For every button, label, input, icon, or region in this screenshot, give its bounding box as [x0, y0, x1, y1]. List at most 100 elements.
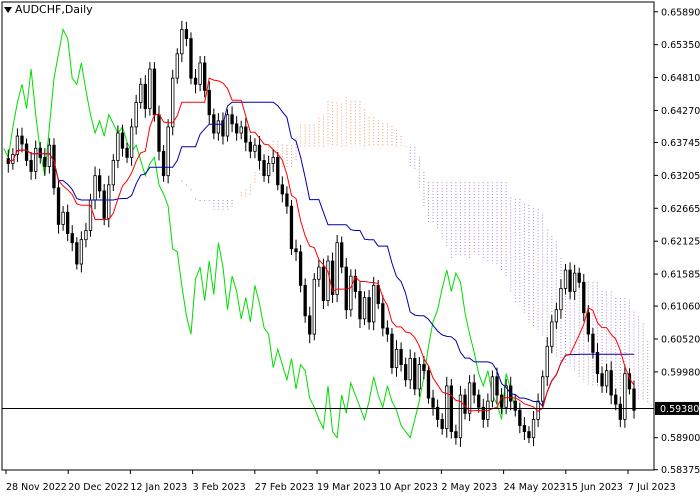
candle-body — [472, 382, 476, 396]
candle[interactable] — [426, 365, 431, 404]
chart[interactable]: 0.65890 0.65350 0.64810 0.64270 0.63745 0.632… — [0, 0, 700, 500]
candle-body — [518, 409, 522, 426]
candle-body — [481, 406, 485, 420]
candle-body — [271, 156, 275, 164]
candle-body — [24, 143, 29, 161]
candle-body — [554, 309, 559, 323]
candle[interactable] — [312, 273, 316, 341]
candle-body — [362, 297, 367, 320]
candle-body — [244, 126, 248, 143]
candle-body — [563, 269, 568, 289]
dropdown-triangle-icon[interactable] — [4, 6, 12, 13]
y-tick-label: 0.61585 — [661, 270, 700, 281]
candle-body — [207, 89, 211, 116]
candle[interactable] — [413, 352, 417, 396]
candle[interactable] — [189, 32, 193, 85]
candle-body — [253, 144, 257, 152]
candle-body — [116, 132, 120, 161]
candle[interactable] — [298, 244, 303, 293]
candle-body — [413, 358, 417, 390]
candle[interactable] — [152, 62, 157, 122]
candle-body — [367, 297, 371, 323]
candle-body — [390, 333, 394, 369]
candle-body — [623, 373, 627, 420]
candle-body — [559, 288, 563, 311]
candle-body — [38, 147, 42, 158]
x-tick-label: 28 Nov 2022 — [6, 482, 67, 493]
candle-body — [70, 233, 74, 244]
candle-body — [522, 425, 527, 433]
candle-body — [568, 269, 572, 292]
candle-body — [216, 120, 221, 134]
y-tick-label: 0.60520 — [661, 334, 700, 345]
y-tick-label: 0.59980 — [661, 367, 700, 378]
x-tick-label: 24 May 2023 — [504, 482, 566, 493]
candle-body — [340, 242, 344, 268]
candle[interactable] — [289, 199, 294, 256]
candle[interactable] — [175, 48, 179, 84]
x-tick-label: 20 Dec 2022 — [68, 482, 129, 493]
candle-body — [29, 160, 33, 172]
candle[interactable] — [335, 235, 339, 303]
candle-body — [266, 163, 271, 177]
candle-body — [225, 114, 230, 137]
candle-body — [572, 272, 577, 292]
candle[interactable] — [303, 278, 307, 323]
candle-body — [157, 114, 161, 152]
candle-body — [312, 278, 316, 335]
chart-svg[interactable]: 0.65890 0.65350 0.64810 0.64270 0.63745 0.632… — [0, 0, 700, 500]
candle[interactable] — [458, 385, 463, 447]
candle-body — [111, 160, 115, 186]
candle-body — [435, 406, 440, 420]
y-tick-label: 0.63745 — [661, 138, 700, 149]
candle-body — [143, 83, 147, 110]
candle-body — [490, 376, 495, 402]
candle[interactable] — [276, 151, 280, 191]
candle-body — [234, 123, 239, 134]
candle[interactable] — [390, 327, 394, 374]
candle[interactable] — [148, 62, 152, 116]
candle-body — [541, 376, 545, 402]
candle-body — [66, 211, 70, 234]
candle-body — [595, 351, 600, 375]
candle-body — [422, 364, 426, 372]
x-tick-label: 7 Jul 2023 — [628, 482, 676, 493]
x-tick-label: 2 May 2023 — [441, 482, 497, 493]
candle-body — [276, 156, 280, 186]
candle-body — [139, 83, 143, 103]
candle-body — [550, 321, 554, 347]
candle-body — [189, 38, 193, 79]
candle-body — [239, 126, 243, 134]
candle[interactable] — [166, 119, 170, 184]
candle-body — [184, 29, 189, 39]
candle[interactable] — [171, 69, 175, 136]
candle-body — [289, 205, 294, 250]
y-tick-label: 0.63205 — [661, 171, 700, 182]
y-tick-label: 0.61060 — [661, 302, 700, 313]
candle-body — [408, 358, 412, 381]
candle-body — [171, 77, 175, 128]
candle-body — [148, 68, 152, 110]
candle-body — [431, 397, 435, 408]
candle-body — [152, 68, 157, 116]
candle[interactable] — [623, 365, 627, 428]
x-tick-label: 15 Jun 2023 — [566, 482, 623, 493]
candle-body — [285, 193, 289, 207]
candle-body — [280, 184, 284, 195]
candle-body — [477, 394, 481, 408]
candle-body — [632, 388, 636, 411]
candle-body — [198, 62, 202, 85]
candle-body — [107, 184, 111, 219]
candle-body — [34, 147, 38, 172]
candle-body — [609, 370, 613, 396]
candle-body — [403, 364, 408, 381]
candle[interactable] — [445, 376, 449, 438]
candle-body — [600, 373, 604, 387]
candle-body — [372, 284, 376, 323]
candle-body — [75, 242, 79, 265]
candle-body — [61, 211, 65, 225]
candle[interactable] — [326, 255, 330, 307]
symbol-label-text: AUDCHF,Daily — [15, 3, 93, 16]
candle-body — [125, 147, 129, 158]
candle[interactable] — [349, 269, 353, 317]
